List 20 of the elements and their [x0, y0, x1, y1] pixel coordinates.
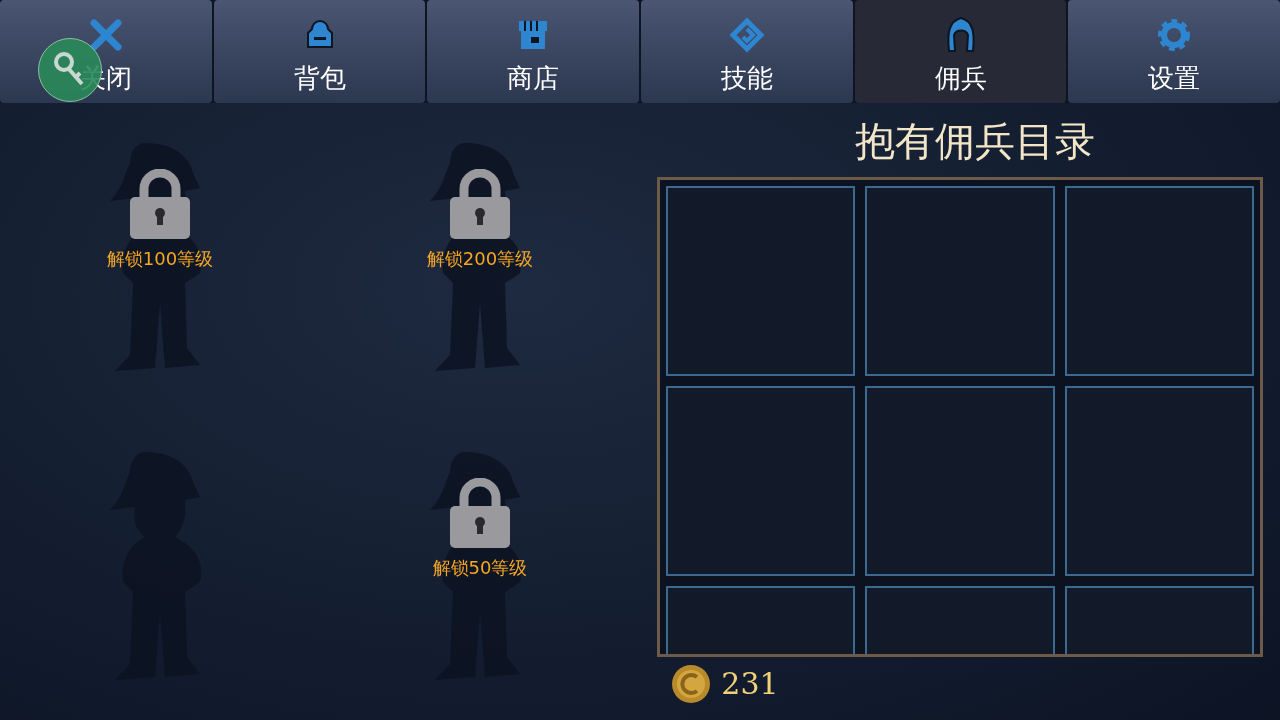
roster-slot[interactable]: [865, 386, 1055, 576]
roster-slot[interactable]: [666, 186, 856, 376]
roster-slot[interactable]: [1064, 386, 1254, 576]
roster-slot[interactable]: [666, 386, 856, 576]
roster-slot[interactable]: [865, 186, 1055, 376]
tab[interactable]: 背包: [213, 0, 426, 103]
tab[interactable]: 佣兵: [854, 0, 1067, 103]
coin-count: 231: [721, 665, 779, 703]
roster-slot[interactable]: [1064, 186, 1254, 376]
unlock-level-label: 解锁50等级: [432, 555, 528, 580]
roster-title: 抱有佣兵目录: [855, 117, 1095, 166]
padlock-icon: [129, 169, 191, 241]
unlock-level-label: 解锁200等级: [426, 247, 534, 271]
padlock-icon: [449, 477, 511, 550]
padlock-icon: [449, 169, 511, 241]
unlock-level-label: 解锁100等级: [106, 247, 214, 271]
coin-icon: [671, 663, 712, 704]
tab[interactable]: 商店: [427, 0, 639, 103]
tab[interactable]: 设置: [1068, 0, 1280, 103]
tab[interactable]: 技能: [641, 0, 853, 103]
